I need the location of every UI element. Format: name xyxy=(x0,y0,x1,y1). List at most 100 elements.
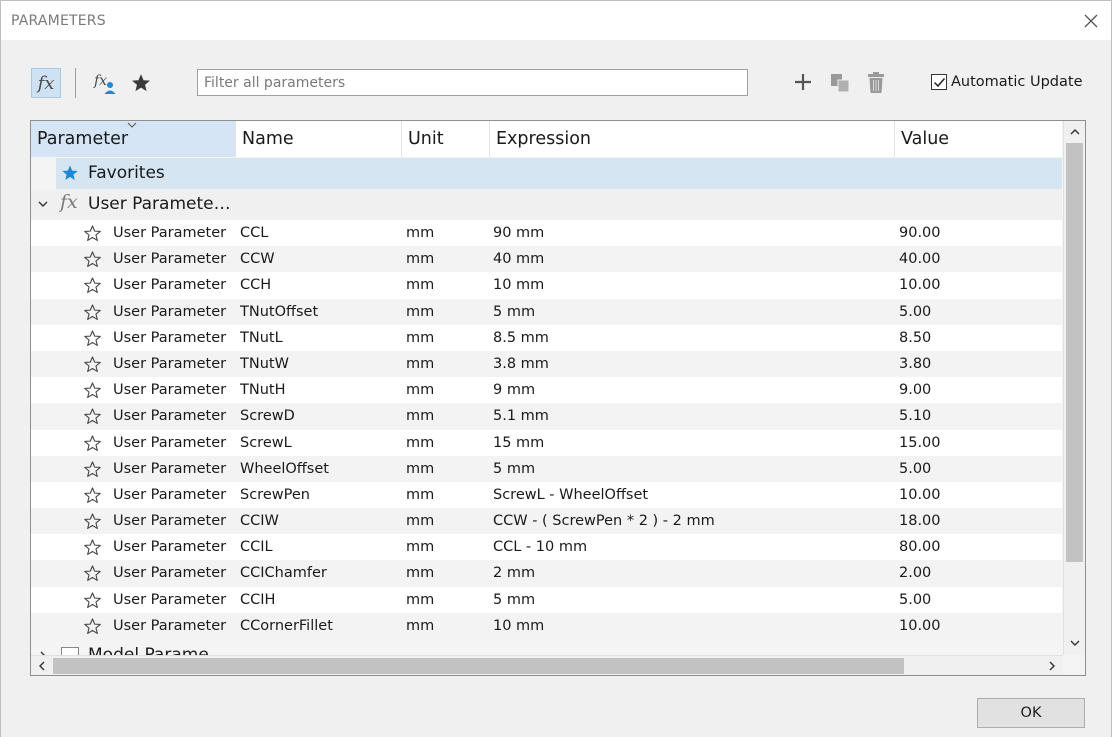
cell-unit[interactable]: mm xyxy=(406,277,434,293)
favorites-button[interactable] xyxy=(128,70,154,96)
horizontal-scroll-thumb[interactable] xyxy=(53,658,904,674)
column-header-expression[interactable]: Expression xyxy=(490,121,895,157)
cell-name[interactable]: CCW xyxy=(240,251,275,267)
cell-expression[interactable]: 9 mm xyxy=(493,382,535,398)
cell-expression[interactable]: 10 mm xyxy=(493,277,544,293)
copy-parameter-button[interactable] xyxy=(828,71,852,95)
cell-name[interactable]: TNutL xyxy=(240,330,283,346)
table-row[interactable]: User Parameter CCIW mm CCW - ( ScrewPen * 2… xyxy=(31,508,1062,535)
favorites-group-row[interactable]: Favorites xyxy=(56,158,1062,189)
cell-unit[interactable]: mm xyxy=(406,225,434,241)
favorite-star-icon[interactable] xyxy=(83,564,102,583)
table-row[interactable]: User Parameter ScrewD mm 5.1 mm 5.10 xyxy=(31,403,1062,430)
table-row[interactable]: User Parameter CCH mm 10 mm 10.00 xyxy=(31,272,1062,299)
cell-name[interactable]: CCIL xyxy=(240,539,273,555)
user-parameters-group-row[interactable]: fx User Paramete… xyxy=(31,189,1062,220)
cell-name[interactable]: ScrewD xyxy=(240,408,295,424)
table-row[interactable]: User Parameter CCIChamfer mm 2 mm 2.00 xyxy=(31,560,1062,587)
table-row[interactable]: User Parameter CCL mm 90 mm 90.00 xyxy=(31,220,1062,247)
cell-name[interactable]: CCIW xyxy=(240,513,279,529)
cell-unit[interactable]: mm xyxy=(406,435,434,451)
column-header-parameter[interactable]: Parameter xyxy=(31,121,236,157)
cell-unit[interactable]: mm xyxy=(406,565,434,581)
cell-expression[interactable]: 5 mm xyxy=(493,461,535,477)
scroll-left-icon[interactable] xyxy=(36,660,48,672)
filter-parameters-input[interactable] xyxy=(197,69,748,96)
cell-expression[interactable]: 10 mm xyxy=(493,618,544,634)
column-header-name[interactable]: Name xyxy=(236,121,402,157)
table-row[interactable]: User Parameter CCW mm 40 mm 40.00 xyxy=(31,246,1062,273)
favorite-star-icon[interactable] xyxy=(83,538,102,557)
close-icon[interactable] xyxy=(1081,11,1101,31)
table-row[interactable]: User Parameter CCIH mm 5 mm 5.00 xyxy=(31,586,1062,613)
scroll-down-icon[interactable] xyxy=(1069,637,1081,649)
table-row[interactable]: User Parameter WheelOffset mm 5 mm 5.00 xyxy=(31,455,1062,482)
cell-name[interactable]: CCIChamfer xyxy=(240,565,327,581)
favorite-star-icon[interactable] xyxy=(83,460,102,479)
cell-name[interactable]: TNutH xyxy=(240,382,285,398)
favorite-star-icon[interactable] xyxy=(83,303,102,322)
favorite-star-icon[interactable] xyxy=(83,355,102,374)
cell-unit[interactable]: mm xyxy=(406,382,434,398)
favorite-star-icon[interactable] xyxy=(83,407,102,426)
cell-unit[interactable]: mm xyxy=(406,356,434,372)
cell-expression[interactable]: 15 mm xyxy=(493,435,544,451)
cell-name[interactable]: ScrewL xyxy=(240,435,292,451)
favorite-star-icon[interactable] xyxy=(83,250,102,269)
cell-name[interactable]: CCornerFillet xyxy=(240,618,333,634)
favorite-star-icon[interactable] xyxy=(83,617,102,636)
cell-expression[interactable]: 3.8 mm xyxy=(493,356,549,372)
table-row[interactable]: User Parameter ScrewL mm 15 mm 15.00 xyxy=(31,429,1062,456)
cell-unit[interactable]: mm xyxy=(406,408,434,424)
table-row[interactable]: User Parameter CCornerFillet mm 10 mm 10.00 xyxy=(31,612,1062,639)
cell-unit[interactable]: mm xyxy=(406,592,434,608)
favorite-star-icon[interactable] xyxy=(83,591,102,610)
cell-name[interactable]: TNutOffset xyxy=(240,304,318,320)
table-row[interactable]: User Parameter ScrewPen mm ScrewL - WheelOf… xyxy=(31,481,1062,509)
cell-expression[interactable]: 2 mm xyxy=(493,565,535,581)
cell-name[interactable]: CCL xyxy=(240,225,268,241)
scroll-up-icon[interactable] xyxy=(1069,126,1081,138)
cell-name[interactable]: ScrewPen xyxy=(240,487,310,503)
table-row[interactable]: User Parameter TNutL mm 8.5 mm 8.50 xyxy=(31,324,1062,351)
table-row[interactable]: User Parameter TNutW mm 3.8 mm 3.80 xyxy=(31,350,1062,378)
cell-expression[interactable]: 90 mm xyxy=(493,225,544,241)
cell-unit[interactable]: mm xyxy=(406,539,434,555)
favorite-star-icon[interactable] xyxy=(83,381,102,400)
cell-expression[interactable]: CCL - 10 mm xyxy=(493,539,587,555)
horizontal-scrollbar[interactable] xyxy=(31,655,1063,675)
favorite-star-icon[interactable] xyxy=(83,486,102,505)
column-header-value[interactable]: Value xyxy=(895,121,1062,157)
cell-name[interactable]: TNutW xyxy=(240,356,289,372)
table-row[interactable]: User Parameter TNutOffset mm 5 mm 5.00 xyxy=(31,298,1062,325)
vertical-scrollbar[interactable] xyxy=(1063,121,1085,655)
cell-expression[interactable]: CCW - ( ScrewPen * 2 ) - 2 mm xyxy=(493,513,715,529)
cell-unit[interactable]: mm xyxy=(406,618,434,634)
add-user-parameter-button[interactable]: fx xyxy=(92,70,118,96)
cell-unit[interactable]: mm xyxy=(406,330,434,346)
column-header-unit[interactable]: Unit xyxy=(402,121,490,157)
chevron-down-icon[interactable] xyxy=(37,198,49,210)
cell-expression[interactable]: 5 mm xyxy=(493,592,535,608)
cell-expression[interactable]: 5.1 mm xyxy=(493,408,549,424)
delete-parameter-button[interactable] xyxy=(865,71,887,95)
automatic-update-toggle[interactable]: Automatic Update xyxy=(931,74,1082,90)
cell-name[interactable]: WheelOffset xyxy=(240,461,329,477)
cell-unit[interactable]: mm xyxy=(406,304,434,320)
cell-expression[interactable]: 8.5 mm xyxy=(493,330,549,346)
cell-unit[interactable]: mm xyxy=(406,487,434,503)
add-parameter-button[interactable] xyxy=(792,71,814,93)
cell-expression[interactable]: 5 mm xyxy=(493,304,535,320)
favorite-star-icon[interactable] xyxy=(83,224,102,243)
cell-expression[interactable]: 40 mm xyxy=(493,251,544,267)
favorite-star-icon[interactable] xyxy=(83,276,102,295)
table-row[interactable]: User Parameter CCIL mm CCL - 10 mm 80.00 xyxy=(31,534,1062,561)
cell-unit[interactable]: mm xyxy=(406,461,434,477)
table-row[interactable]: User Parameter TNutH mm 9 mm 9.00 xyxy=(31,377,1062,404)
ok-button[interactable]: OK xyxy=(977,698,1085,728)
cell-expression[interactable]: ScrewL - WheelOffset xyxy=(493,487,648,503)
model-parameters-group-row[interactable]: Model Parame… xyxy=(31,642,1062,656)
automatic-update-checkbox[interactable] xyxy=(931,74,947,90)
vertical-scroll-thumb[interactable] xyxy=(1066,143,1083,562)
favorite-star-icon[interactable] xyxy=(83,434,102,453)
